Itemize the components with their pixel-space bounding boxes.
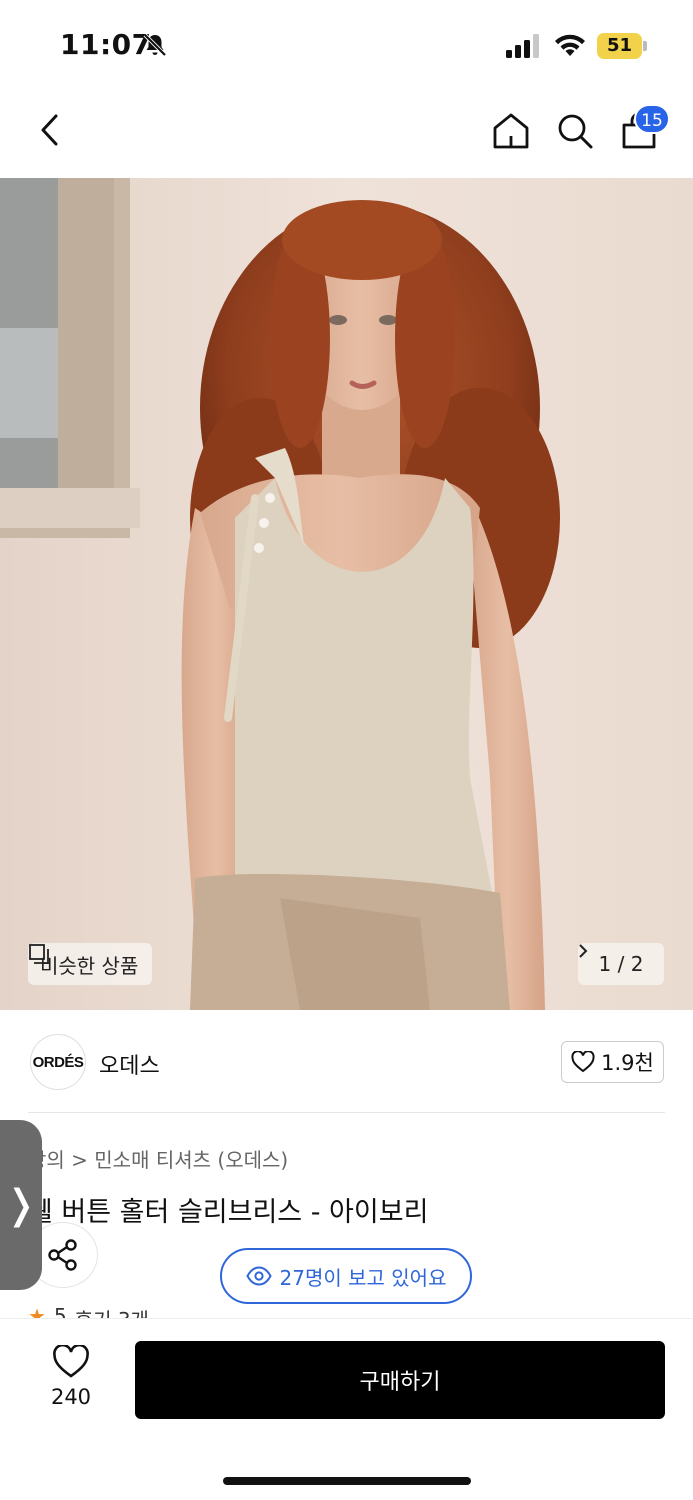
share-icon bbox=[48, 1239, 77, 1271]
home-icon[interactable] bbox=[490, 110, 532, 152]
brand-row: ORDÉS 오데스 1.9천 bbox=[0, 1010, 693, 1114]
back-icon[interactable] bbox=[34, 110, 66, 150]
viewers-indicator: 27명이 보고 있어요 bbox=[220, 1248, 472, 1304]
brand-like-count: 1.9천 bbox=[601, 1051, 654, 1075]
brand-logo[interactable]: ORDÉS bbox=[30, 1034, 86, 1090]
bottom-action-bar: 240 구매하기 bbox=[0, 1318, 693, 1500]
home-indicator[interactable] bbox=[223, 1477, 471, 1485]
breadcrumb[interactable]: 상의 > 민소매 티셔츠 (오데스) bbox=[28, 1144, 288, 1173]
brand-name[interactable]: 오데스 bbox=[99, 1048, 160, 1080]
signal-icon bbox=[506, 34, 539, 58]
heart-icon bbox=[53, 1343, 89, 1378]
similar-items-label: 비슷한 상품 bbox=[40, 953, 139, 978]
brand-like-button[interactable]: 1.9천 bbox=[561, 1041, 664, 1083]
status-bar: 11:07 51 bbox=[0, 0, 693, 90]
side-drawer-handle[interactable]: ❭ bbox=[0, 1120, 42, 1290]
viewers-text: 27명이 보고 있어요 bbox=[279, 1265, 447, 1290]
top-navigation: 15 bbox=[0, 90, 693, 178]
battery-icon: 51 bbox=[597, 33, 647, 59]
chevron-right-icon bbox=[579, 944, 588, 958]
model-photo bbox=[0, 178, 693, 1010]
similar-items-button[interactable]: 비슷한 상품 bbox=[28, 943, 153, 985]
search-icon[interactable] bbox=[554, 110, 596, 152]
eye-icon bbox=[245, 1266, 272, 1286]
cart-count-badge: 15 bbox=[634, 104, 670, 134]
wishlist-button[interactable]: 240 bbox=[40, 1343, 102, 1409]
heart-icon bbox=[571, 1051, 595, 1073]
image-pager[interactable]: 1 / 2 bbox=[578, 943, 664, 985]
buy-button[interactable]: 구매하기 bbox=[135, 1341, 665, 1419]
wifi-icon bbox=[555, 34, 585, 56]
chevron-right-icon: ❭ bbox=[4, 1182, 38, 1228]
status-time: 11:07 bbox=[60, 28, 152, 61]
divider bbox=[28, 1112, 665, 1113]
similar-items-icon bbox=[29, 944, 49, 964]
product-image[interactable]: 비슷한 상품 1 / 2 bbox=[0, 178, 693, 1010]
bell-off-icon bbox=[143, 33, 167, 57]
pager-text: 1 / 2 bbox=[598, 952, 644, 976]
battery-level: 51 bbox=[606, 35, 633, 56]
product-title: 쉘 버튼 홀터 슬리브리스 - 아이보리 bbox=[28, 1197, 429, 1228]
wishlist-count: 240 bbox=[50, 1385, 92, 1409]
